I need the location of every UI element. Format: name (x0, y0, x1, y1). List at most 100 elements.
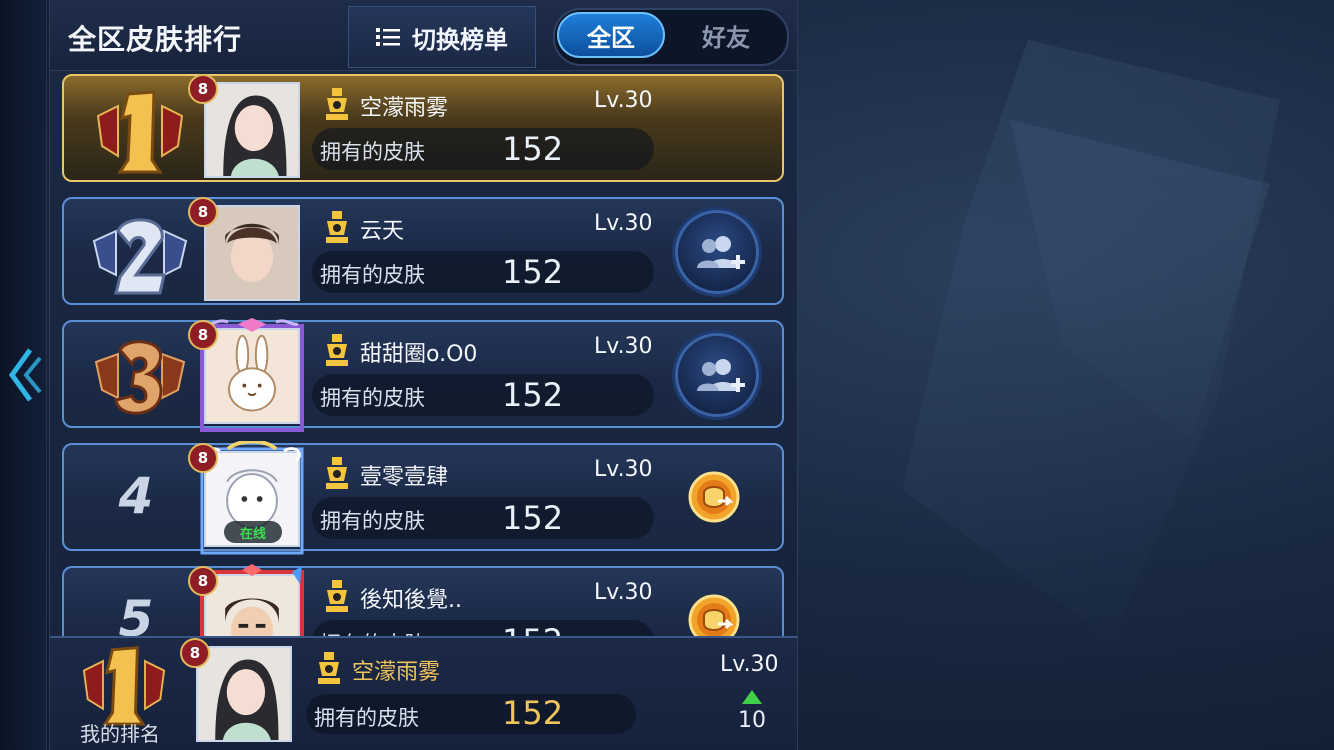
level-badge: 8 (188, 320, 218, 350)
tab-all-server[interactable]: 全区 (557, 12, 665, 58)
online-status-badge: 在线 (224, 521, 282, 543)
level-badge-number: 8 (188, 320, 218, 350)
skins-owned-count: 152 (502, 130, 564, 168)
background-decoration-2 (1010, 120, 1270, 440)
rank-medal-icon (326, 457, 348, 489)
skins-owned-count: 152 (502, 622, 563, 636)
scope-toggle: 全区 好友 (553, 8, 789, 66)
bronze-rank-3-icon (94, 340, 186, 415)
level-badge-number: 8 (188, 74, 218, 104)
player-avatar[interactable] (204, 574, 300, 636)
ranking-row-3[interactable]: 8 甜甜圈o.O0 Lv.30 拥有的皮肤 152 (62, 318, 784, 432)
level-badge: 8 (188, 74, 218, 104)
skins-owned-box: 拥有的皮肤 152 (312, 497, 654, 539)
gift-icon[interactable] (688, 594, 740, 636)
avatar-image (206, 207, 298, 299)
skins-owned-box: 拥有的皮肤 152 (312, 251, 654, 293)
level-badge-number: 8 (188, 566, 218, 596)
ranking-row-2[interactable]: 8 云天 Lv.30 拥有的皮肤 152 (62, 197, 784, 305)
switch-leaderboard-label: 切换榜单 (412, 25, 508, 54)
skins-owned-label: 拥有的皮肤 (314, 706, 419, 730)
my-skins-owned-box: 拥有的皮肤 152 (306, 694, 636, 734)
my-rank-label: 我的排名 (80, 722, 160, 746)
gold-rank-1-icon (82, 646, 166, 726)
gift-icon[interactable] (688, 471, 740, 523)
level-badge: 8 (188, 443, 218, 473)
skins-owned-label: 拥有的皮肤 (320, 628, 425, 636)
rank-medal-icon (318, 652, 340, 684)
skins-owned-box: 拥有的皮肤 152 (312, 128, 654, 170)
player-name: 壹零壹肆 (360, 465, 449, 490)
player-avatar-wrapper: 8 (188, 197, 300, 301)
skins-owned-label: 拥有的皮肤 (320, 140, 425, 164)
skins-owned-count: 152 (502, 499, 564, 537)
back-button[interactable] (4, 340, 42, 410)
skins-owned-count: 152 (502, 376, 564, 414)
my-player-level: Lv.30 (720, 652, 779, 677)
player-name: 空濛雨雾 (360, 96, 449, 121)
left-sidebar-strip (0, 0, 47, 750)
double-chevron-left-icon (8, 348, 42, 402)
player-level: Lv.30 (594, 457, 653, 482)
level-badge: 8 (188, 566, 218, 596)
page-title: 全区皮肤排行 (68, 23, 243, 56)
player-level: Lv.30 (594, 88, 653, 113)
my-avatar[interactable] (196, 646, 292, 742)
list-icon (376, 28, 400, 46)
ranking-row-5[interactable]: 5 8 後知後覺.. Lv.30 (62, 564, 784, 636)
silver-rank-2-icon (92, 218, 188, 295)
player-name: 云天 (360, 219, 405, 244)
player-avatar[interactable] (204, 328, 300, 424)
switch-leaderboard-button[interactable]: 切换榜单 (348, 6, 536, 68)
triangle-up-icon (742, 690, 762, 704)
player-name: 甜甜圈o.O0 (360, 342, 478, 367)
tab-friends[interactable]: 好友 (671, 12, 781, 58)
level-badge-number: 8 (188, 443, 218, 473)
my-player-name: 空濛雨雾 (352, 660, 441, 685)
skins-owned-label: 拥有的皮肤 (320, 263, 425, 287)
player-avatar-wrapper: 8 (188, 74, 300, 178)
my-rank-bar: 我的排名 8 空濛雨雾 拥有的皮肤 152 Lv.30 10 (50, 636, 797, 750)
player-avatar-wrapper: 在线 8 (188, 441, 304, 555)
rank-number: 4 (118, 467, 154, 525)
avatar-image (206, 84, 298, 176)
player-name: 後知後覺.. (360, 588, 462, 613)
player-level: Lv.30 (594, 334, 653, 359)
player-avatar[interactable] (204, 82, 300, 178)
my-avatar-wrapper: 8 (180, 638, 292, 742)
ranking-list: 8 空濛雨雾 Lv.30 拥有的皮肤 152 8 云天 Lv.30 拥有的皮肤 … (50, 70, 797, 636)
rank-medal-icon (326, 211, 348, 243)
header: 全区皮肤排行 切换榜单 全区 好友 (50, 0, 797, 71)
skins-owned-count: 152 (502, 253, 564, 291)
skins-owned-label: 拥有的皮肤 (320, 509, 425, 533)
rank-number: 5 (118, 590, 154, 636)
ranking-row-1[interactable]: 8 空濛雨雾 Lv.30 拥有的皮肤 152 (62, 74, 784, 182)
skins-owned-box: 拥有的皮肤 152 (312, 620, 654, 636)
add-friend-button[interactable] (672, 330, 762, 420)
ranking-row-4[interactable]: 4 在线 8 壹零壹肆 Lv.30 拥有的皮肤 152 (62, 441, 784, 555)
add-friend-icon (697, 236, 745, 269)
rank-medal-icon (326, 334, 348, 366)
add-friend-button[interactable] (672, 207, 762, 297)
player-avatar-wrapper: 8 (188, 318, 304, 432)
skins-owned-box: 拥有的皮肤 152 (312, 374, 654, 416)
background-decoration (902, 40, 1280, 640)
avatar-image (206, 330, 298, 422)
add-friend-icon (697, 359, 745, 392)
skins-owned-count: 152 (502, 694, 564, 732)
player-avatar-wrapper: 8 (188, 564, 304, 636)
level-badge-number: 8 (188, 197, 218, 227)
avatar-image (198, 648, 290, 740)
rank-change-value: 10 (738, 708, 766, 733)
level-badge: 8 (180, 638, 210, 668)
ranking-panel: 全区皮肤排行 切换榜单 全区 好友 8 空濛雨雾 Lv.30 拥有的皮肤 152… (49, 0, 798, 750)
rank-medal-icon (326, 88, 348, 120)
avatar-image (206, 576, 298, 636)
player-level: Lv.30 (594, 580, 653, 605)
skins-owned-label: 拥有的皮肤 (320, 386, 425, 410)
gold-rank-1-icon (96, 90, 184, 174)
level-badge-number: 8 (180, 638, 210, 668)
rank-medal-icon (326, 580, 348, 612)
player-avatar[interactable] (204, 205, 300, 301)
level-badge: 8 (188, 197, 218, 227)
